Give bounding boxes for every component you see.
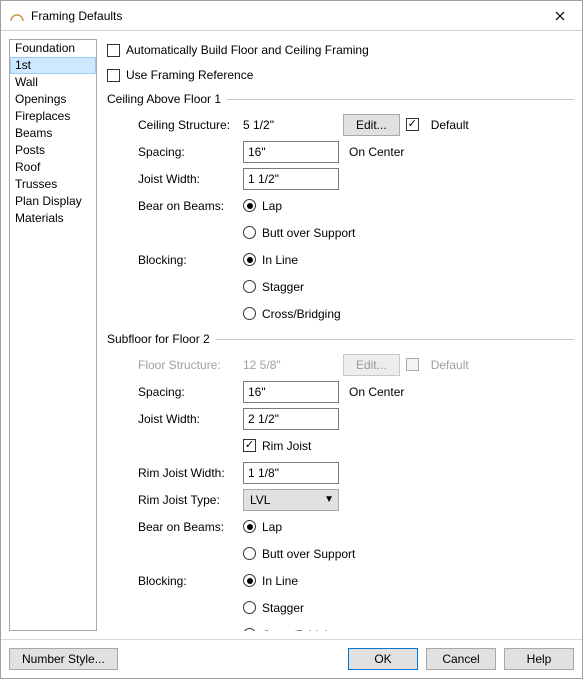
sidebar-item-1st[interactable]: 1st — [10, 57, 96, 74]
ceiling-default-label: Default — [431, 118, 469, 132]
sidebar-item-roof[interactable]: Roof — [10, 159, 96, 176]
sidebar-item-beams[interactable]: Beams — [10, 125, 96, 142]
ceiling-structure-edit-button[interactable]: Edit... — [343, 114, 400, 136]
ceiling-spacing-unit: On Center — [349, 145, 404, 159]
subfloor-blocking-label: Blocking: — [138, 574, 243, 588]
ceiling-spacing-label: Spacing: — [138, 145, 243, 159]
subfloor-default-label: Default — [431, 358, 469, 372]
ceiling-blocking-cross-radio[interactable] — [243, 307, 256, 320]
subfloor-spacing-label: Spacing: — [138, 385, 243, 399]
ceiling-bear-butt-radio[interactable] — [243, 226, 256, 239]
number-style-button[interactable]: Number Style... — [9, 648, 118, 670]
ceiling-bear-lap-radio[interactable] — [243, 199, 256, 212]
rim-joist-checkbox[interactable] — [243, 439, 256, 452]
rim-joist-type-select[interactable]: LVL ▼ — [243, 489, 339, 511]
dialog-footer: Number Style... OK Cancel Help — [1, 639, 582, 678]
subfloor-joist-width-input[interactable] — [243, 408, 339, 430]
subfloor-joist-width-label: Joist Width: — [138, 412, 243, 426]
sidebar-item-plan-display[interactable]: Plan Display — [10, 193, 96, 210]
auto-build-checkbox[interactable] — [107, 44, 120, 57]
ceiling-structure-value: 5 1/2" — [243, 118, 299, 132]
app-icon — [9, 8, 25, 24]
ceiling-bear-label: Bear on Beams: — [138, 199, 243, 213]
subfloor-structure-value: 12 5/8" — [243, 358, 299, 372]
ceiling-joist-width-label: Joist Width: — [138, 172, 243, 186]
help-button[interactable]: Help — [504, 648, 574, 670]
ok-button[interactable]: OK — [348, 648, 418, 670]
sidebar-item-trusses[interactable]: Trusses — [10, 176, 96, 193]
ceiling-spacing-input[interactable] — [243, 141, 339, 163]
sidebar-item-wall[interactable]: Wall — [10, 74, 96, 91]
subfloor-default-checkbox — [406, 358, 419, 371]
subfloor-bear-lap-radio[interactable] — [243, 520, 256, 533]
rim-joist-width-label: Rim Joist Width: — [138, 466, 243, 480]
auto-build-label: Automatically Build Floor and Ceiling Fr… — [126, 43, 369, 57]
subfloor-blocking-cross-radio[interactable] — [243, 628, 256, 631]
ceiling-group-header: Ceiling Above Floor 1 — [107, 92, 574, 106]
ceiling-structure-label: Ceiling Structure: — [138, 118, 243, 132]
subfloor-structure-edit-button: Edit... — [343, 354, 400, 376]
ceiling-blocking-stagger-radio[interactable] — [243, 280, 256, 293]
sidebar-item-foundation[interactable]: Foundation — [10, 40, 96, 57]
title-bar: Framing Defaults — [1, 1, 582, 31]
use-framing-ref-checkbox[interactable] — [107, 69, 120, 82]
use-framing-ref-label: Use Framing Reference — [126, 68, 253, 82]
subfloor-bear-label: Bear on Beams: — [138, 520, 243, 534]
ceiling-default-checkbox[interactable] — [406, 118, 419, 131]
subfloor-structure-label: Floor Structure: — [138, 358, 243, 372]
window-title: Framing Defaults — [31, 9, 538, 23]
rim-joist-width-input[interactable] — [243, 462, 339, 484]
dialog-window: Framing Defaults Foundation 1st Wall Ope… — [0, 0, 583, 679]
subfloor-group-header: Subfloor for Floor 2 — [107, 332, 574, 346]
subfloor-spacing-unit: On Center — [349, 385, 404, 399]
subfloor-bear-butt-radio[interactable] — [243, 547, 256, 560]
ceiling-blocking-inline-radio[interactable] — [243, 253, 256, 266]
ceiling-joist-width-input[interactable] — [243, 168, 339, 190]
close-button[interactable] — [538, 1, 582, 31]
rim-joist-type-label: Rim Joist Type: — [138, 493, 243, 507]
subfloor-blocking-inline-radio[interactable] — [243, 574, 256, 587]
cancel-button[interactable]: Cancel — [426, 648, 496, 670]
ceiling-blocking-label: Blocking: — [138, 253, 243, 267]
subfloor-spacing-input[interactable] — [243, 381, 339, 403]
sidebar-item-posts[interactable]: Posts — [10, 142, 96, 159]
settings-panel: Automatically Build Floor and Ceiling Fr… — [107, 39, 574, 631]
category-list[interactable]: Foundation 1st Wall Openings Fireplaces … — [9, 39, 97, 631]
subfloor-blocking-stagger-radio[interactable] — [243, 601, 256, 614]
sidebar-item-materials[interactable]: Materials — [10, 210, 96, 227]
chevron-down-icon: ▼ — [324, 494, 334, 505]
sidebar-item-openings[interactable]: Openings — [10, 91, 96, 108]
sidebar-item-fireplaces[interactable]: Fireplaces — [10, 108, 96, 125]
